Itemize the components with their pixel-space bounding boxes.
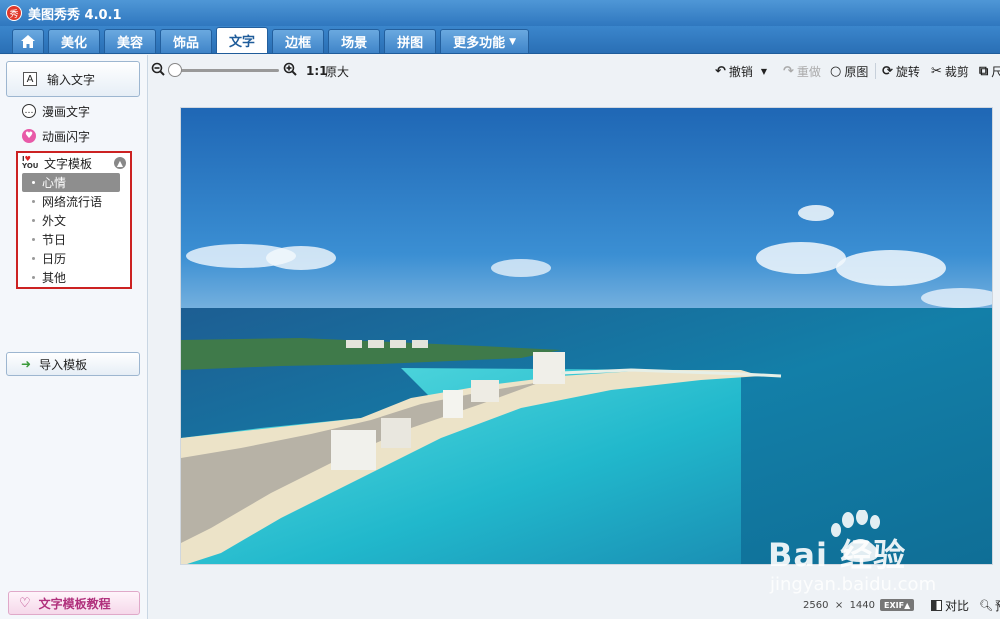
tab-beautify[interactable]: 美化	[48, 29, 101, 53]
undo-button[interactable]: ↶ 撤销 ▼	[715, 62, 767, 80]
zoom-in-icon[interactable]	[283, 62, 297, 80]
comic-text-link[interactable]: … 漫画文字	[22, 102, 90, 120]
paw-heart-icon: ♡	[19, 595, 31, 611]
original-image-button[interactable]: ○ 原图	[830, 62, 868, 80]
speech-bubble-icon: …	[22, 104, 36, 118]
left-panel: A 输入文字 … 漫画文字 ♥ 动画闪字 I♥ YOU 文字模板 ▲ 心情 网络流…	[0, 55, 148, 619]
image-toolbar: 1:1 原大 ↶ 撤销 ▼ ↷ 重做 ○ 原图 ⟳ 旋转 ✂ 裁剪 ⧉ 尺	[149, 59, 1000, 83]
resize-label: 尺	[991, 64, 1000, 79]
tutorial-label: 文字模板教程	[38, 596, 111, 611]
undo-icon: ↶	[715, 63, 726, 79]
collapse-icon[interactable]: ▲	[114, 157, 126, 169]
tab-more-functions[interactable]: 更多功能 ▼	[440, 29, 530, 53]
crop-button[interactable]: ✂ 裁剪	[931, 62, 969, 80]
chevron-down-icon: ▼	[509, 36, 517, 47]
app-logo-icon: 秀	[6, 5, 22, 21]
input-text-button[interactable]: A 输入文字	[6, 61, 140, 97]
tab-home[interactable]	[12, 29, 44, 53]
exif-button[interactable]: EXIF▲	[880, 599, 915, 611]
tab-more-label: 更多功能	[453, 36, 506, 51]
zoom-slider-thumb[interactable]	[168, 63, 182, 77]
tab-collage[interactable]: 拼图	[384, 29, 437, 53]
compare-label: 对比	[945, 598, 970, 613]
template-item-foreign[interactable]: 外文	[22, 211, 120, 230]
main-canvas-area: 1:1 原大 ↶ 撤销 ▼ ↷ 重做 ○ 原图 ⟳ 旋转 ✂ 裁剪 ⧉ 尺 25…	[149, 55, 1000, 619]
template-item-other[interactable]: 其他	[22, 268, 120, 287]
text-template-tutorial-button[interactable]: ♡ 文字模板教程	[8, 591, 140, 615]
zoom-slider-track[interactable]	[171, 69, 279, 72]
crop-label: 裁剪	[944, 64, 969, 79]
import-template-button[interactable]: ➜ 导入模板	[6, 352, 140, 376]
redo-button[interactable]: ↷ 重做	[783, 62, 821, 80]
i-love-you-icon: I♥ YOU	[22, 155, 39, 170]
main-tab-bar: 美化 美容 饰品 文字 边框 场景 拼图 更多功能 ▼	[0, 26, 1000, 54]
text-box-icon: A	[23, 72, 37, 86]
template-item-mood[interactable]: 心情	[22, 173, 120, 192]
tab-scene[interactable]: 场景	[328, 29, 381, 53]
animated-text-label: 动画闪字	[42, 129, 91, 144]
tab-frame[interactable]: 边框	[272, 29, 325, 53]
compare-button[interactable]: 对比	[931, 597, 969, 614]
original-size-button[interactable]: 原大	[325, 63, 349, 80]
beach-photo-image	[181, 108, 992, 564]
resize-icon: ⧉	[979, 63, 989, 79]
circle-icon: ○	[830, 63, 842, 79]
flash-heart-icon: ♥	[22, 129, 36, 143]
text-template-title: 文字模板	[44, 156, 93, 171]
input-text-label: 输入文字	[47, 72, 96, 87]
preview-label: 预	[995, 597, 1000, 614]
resize-button[interactable]: ⧉ 尺	[979, 62, 1000, 80]
preview-button[interactable]: 🔍︎ 预	[979, 597, 1000, 614]
undo-label: 撤销	[728, 64, 753, 79]
rotate-button[interactable]: ⟳ 旋转	[882, 62, 920, 80]
zoom-out-icon[interactable]	[151, 62, 165, 80]
photo-canvas[interactable]	[180, 107, 993, 565]
rotate-label: 旋转	[895, 64, 920, 79]
status-bar: 2560 × 1440 EXIF▲ 对比 🔍︎ 预	[149, 594, 1000, 616]
redo-label: 重做	[796, 64, 821, 79]
import-template-label: 导入模板	[39, 357, 88, 372]
comic-text-label: 漫画文字	[42, 104, 91, 119]
undo-dropdown-icon[interactable]: ▼	[761, 67, 767, 76]
import-arrow-icon: ➜	[21, 357, 32, 371]
scissors-icon: ✂	[931, 63, 942, 79]
toolbar-divider	[875, 63, 876, 79]
rotate-icon: ⟳	[882, 63, 893, 79]
image-dimensions: 2560 × 1440	[803, 599, 876, 611]
template-item-calendar[interactable]: 日历	[22, 249, 120, 268]
text-template-header[interactable]: I♥ YOU 文字模板 ▲	[18, 153, 130, 173]
app-title: 美图秀秀 4.0.1	[28, 7, 122, 23]
tab-beauty[interactable]: 美容	[104, 29, 157, 53]
redo-icon: ↷	[783, 63, 794, 79]
template-item-internet-slang[interactable]: 网络流行语	[22, 192, 120, 211]
original-image-label: 原图	[844, 64, 869, 79]
tab-text[interactable]: 文字	[216, 27, 269, 53]
template-item-holiday[interactable]: 节日	[22, 230, 120, 249]
title-bar: 秀 美图秀秀 4.0.1	[0, 0, 1000, 26]
text-template-panel: I♥ YOU 文字模板 ▲ 心情 网络流行语 外文 节日 日历 其他	[16, 151, 132, 289]
compare-icon	[931, 599, 942, 611]
home-icon	[21, 35, 35, 48]
tab-accessories[interactable]: 饰品	[160, 29, 213, 53]
animated-text-link[interactable]: ♥ 动画闪字	[22, 127, 90, 145]
preview-icon: 🔍︎	[979, 598, 993, 612]
